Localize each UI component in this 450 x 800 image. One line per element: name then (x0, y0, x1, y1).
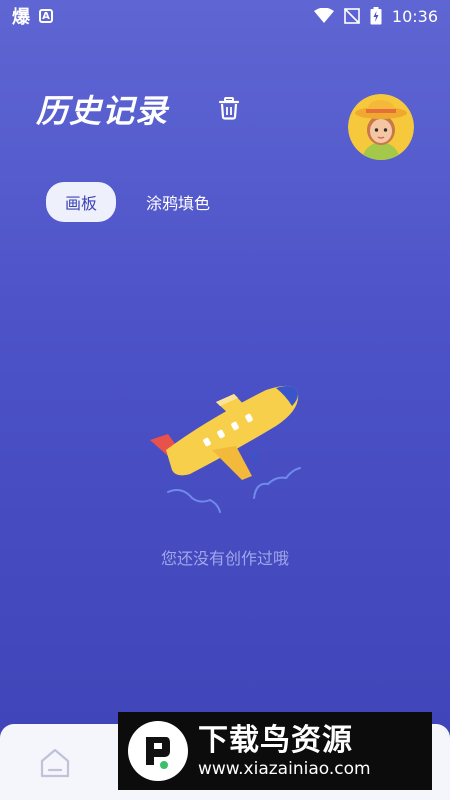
tab-coloring[interactable]: 涂鸦填色 (146, 190, 210, 214)
a-notification-icon: A (39, 9, 53, 23)
page-title: 历史记录 (36, 92, 169, 130)
watermark-logo (128, 721, 188, 781)
trash-icon[interactable] (218, 96, 240, 120)
avatar-illustration (348, 94, 414, 160)
wifi-icon (313, 8, 334, 23)
bird-logo-icon (146, 737, 170, 769)
tab-drawing-board[interactable]: 画板 (46, 182, 117, 222)
avatar[interactable] (348, 94, 414, 160)
watermark-banner: 下载鸟资源 www.xiazainiao.com (118, 712, 432, 790)
status-left: 爆 A (12, 3, 53, 29)
no-signal-icon (344, 8, 360, 24)
watermark-url: www.xiazainiao.com (198, 759, 371, 779)
app-notification-icon: 爆 (12, 7, 30, 28)
empty-state-message: 您还没有创作过哦 (160, 549, 289, 568)
airplane-illustration (150, 385, 301, 513)
status-bar: 爆 A 10:36 (0, 0, 450, 32)
status-time: 10:36 (391, 6, 438, 26)
tab-bar: 画板 涂鸦填色 (46, 182, 210, 222)
watermark-title: 下载鸟资源 (198, 723, 353, 758)
home-icon[interactable] (38, 746, 72, 780)
status-right: 10:36 (313, 6, 438, 26)
watermark-text: 下载鸟资源 www.xiazainiao.com (198, 723, 371, 779)
battery-icon (370, 7, 382, 25)
